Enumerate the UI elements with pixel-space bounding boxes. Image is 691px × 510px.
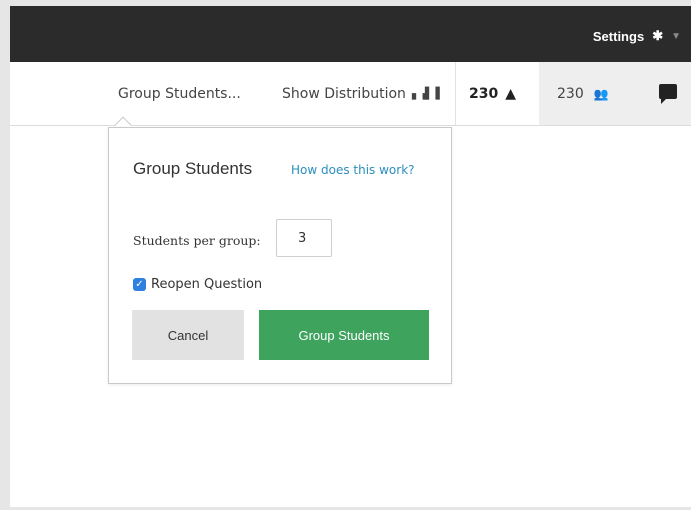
- group-students-popover: Group Students How does this work? Stude…: [108, 127, 452, 384]
- reopen-checkbox[interactable]: ✓: [133, 278, 146, 291]
- reopen-label: Reopen Question: [151, 277, 263, 292]
- top-bar: Settings ✱ ▼: [10, 6, 691, 62]
- inbox-download-icon: ▲: [505, 85, 517, 102]
- students-count: 230: [557, 85, 584, 102]
- submissions-count: 230: [469, 85, 499, 102]
- students-per-group-input[interactable]: [276, 219, 332, 257]
- people-icon: 👥: [593, 86, 609, 101]
- group-students-label: Group Students...: [118, 85, 241, 102]
- toolbar: Group Students... Show Distribution ▖▗▌▐…: [10, 62, 691, 126]
- show-distribution-button[interactable]: Show Distribution ▖▗▌▐: [282, 62, 440, 125]
- group-students-button[interactable]: Group Students...: [118, 62, 241, 125]
- settings-label: Settings: [592, 28, 645, 44]
- bar-chart-icon: ▖▗▌▐: [411, 87, 440, 100]
- help-link[interactable]: How does this work?: [291, 163, 415, 177]
- students-per-group-label: Students per group:: [133, 233, 261, 248]
- show-distribution-label: Show Distribution: [282, 85, 406, 102]
- gear-icon: ✱: [652, 28, 664, 43]
- cancel-button[interactable]: Cancel: [132, 310, 244, 360]
- chat-icon[interactable]: [659, 84, 677, 104]
- reopen-question-option[interactable]: ✓ Reopen Question: [133, 277, 262, 292]
- submissions-count-button[interactable]: 230 ▲: [455, 62, 539, 125]
- settings-menu[interactable]: Settings ✱ ▼: [593, 28, 681, 44]
- group-students-submit-button[interactable]: Group Students: [259, 310, 429, 360]
- popover-title: Group Students: [133, 159, 253, 178]
- caret-down-icon: ▼: [671, 30, 681, 42]
